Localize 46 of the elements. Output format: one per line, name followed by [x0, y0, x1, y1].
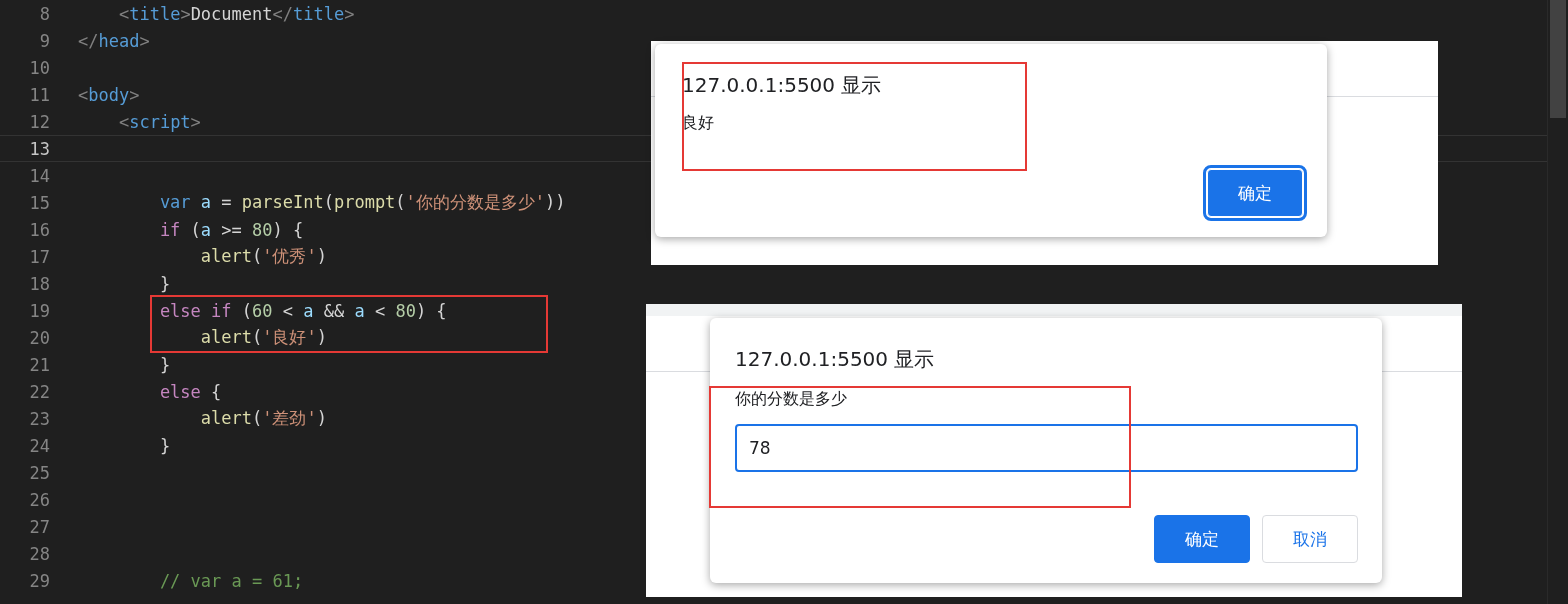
line-number: 20: [28, 327, 51, 348]
code-line: alert('优秀'): [199, 245, 327, 268]
line-number: 14: [28, 165, 51, 186]
dialog-message: 你的分数是多少: [735, 389, 848, 410]
code-line: alert('差劲'): [199, 407, 327, 430]
line-number: 19: [28, 300, 51, 321]
line-number: 28: [28, 543, 51, 564]
line-number: 13: [28, 138, 51, 159]
line-number: 17: [28, 246, 51, 267]
code-line: else {: [158, 381, 222, 402]
line-number: 21: [28, 354, 51, 375]
line-number: 12: [28, 111, 51, 132]
line-number: 9: [38, 30, 51, 51]
ok-button[interactable]: 确定: [1154, 515, 1250, 563]
line-number: 29: [28, 570, 51, 591]
dialog-title: 127.0.0.1:5500 显示: [735, 346, 936, 373]
code-line: if (a >= 80) {: [158, 219, 304, 240]
dialog-message: 良好: [682, 113, 715, 134]
line-number: 27: [28, 516, 51, 537]
cancel-button[interactable]: 取消: [1262, 515, 1358, 563]
code-line: <script>: [117, 111, 201, 132]
code-line: <body>: [78, 84, 140, 105]
code-line: var a = parseInt(prompt('你的分数是多少')): [158, 191, 566, 214]
code-line: alert('良好'): [199, 326, 327, 349]
scrollbar-thumb[interactable]: [1550, 0, 1566, 118]
line-number: 8: [38, 3, 51, 24]
line-number: 22: [28, 381, 51, 402]
input-field[interactable]: 78: [735, 424, 1358, 472]
line-number: 18: [28, 273, 51, 294]
line-number: 25: [28, 462, 51, 483]
code-line: }: [158, 273, 171, 294]
code-line: <title>Document</title>: [117, 3, 355, 24]
dialog-title: 127.0.0.1:5500 显示: [682, 72, 883, 99]
code-line: }: [158, 354, 171, 375]
line-number: 26: [28, 489, 51, 510]
line-number: 16: [28, 219, 51, 240]
line-number: 23: [28, 408, 51, 429]
code-line: else if (60 < a && a < 80) {: [158, 300, 447, 321]
scrollbar[interactable]: [1547, 0, 1568, 604]
line-number: 11: [28, 84, 51, 105]
code-line: </head>: [78, 30, 150, 51]
code-line: // var a = 61;: [158, 570, 304, 591]
line-number: 24: [28, 435, 51, 456]
line-number: 10: [28, 57, 51, 78]
code-line: }: [158, 435, 171, 456]
line-number: 15: [28, 192, 51, 213]
